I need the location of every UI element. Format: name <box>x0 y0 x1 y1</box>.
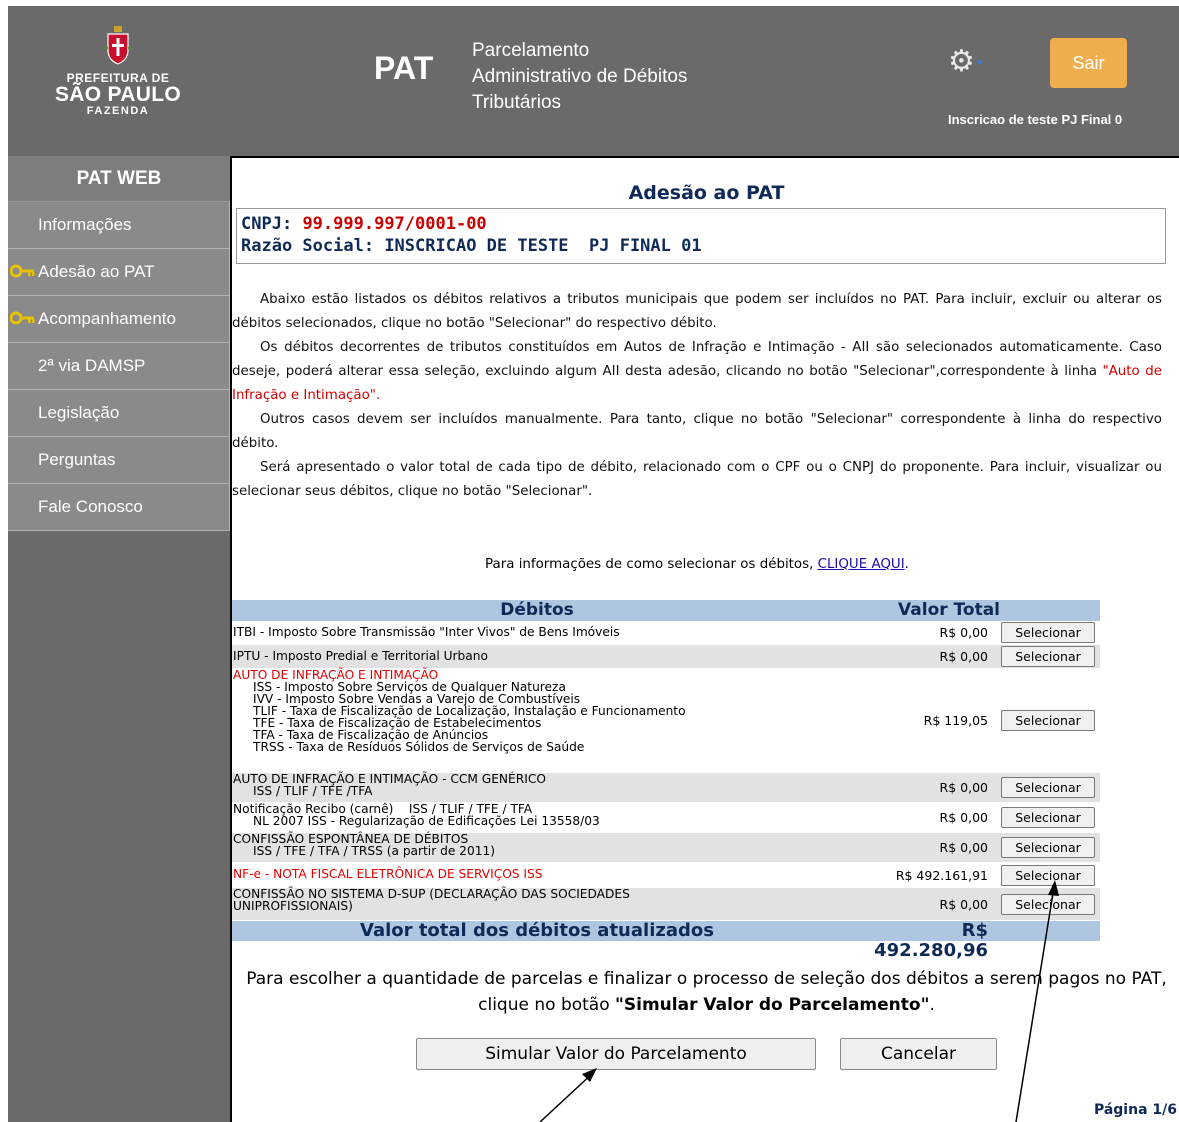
prefeitura-logo: PREFEITURA DE SÃO PAULO FAZENDA <box>48 26 188 146</box>
column-header-total: Valor Total <box>898 600 1000 620</box>
select-button[interactable]: Selecionar <box>1001 807 1095 828</box>
app-short-title: PAT <box>374 50 434 86</box>
razao-social-value: INSCRICAO DE TESTE PJ FINAL 01 <box>384 236 702 256</box>
user-name: Inscricao de teste PJ Final 0 <box>948 112 1123 127</box>
debt-value: R$ 0,00 <box>939 649 988 664</box>
finalize-text-end: . <box>929 995 935 1015</box>
sidebar-item-perguntas[interactable]: Perguntas <box>8 437 230 484</box>
help-text: Para informações de como selecionar os d… <box>485 557 818 572</box>
sidebar-title: PAT WEB <box>8 156 230 202</box>
finalize-instructions: Para escolher a quantidade de parcelas e… <box>232 966 1179 1018</box>
table-row: Notificação Recibo (carnê) ISS / TLIF / … <box>232 803 1100 833</box>
debt-value: R$ 0,00 <box>939 780 988 795</box>
cnpj-value: 99.999.997/0001-00 <box>302 214 487 234</box>
select-button[interactable]: Selecionar <box>1001 646 1095 667</box>
intro-paragraph-4: Será apresentado o valor total de cada t… <box>232 460 1162 499</box>
table-row: NF-e - NOTA FISCAL ELETRÔNICA DE SERVIÇO… <box>232 863 1100 888</box>
select-button[interactable]: Selecionar <box>1001 710 1095 731</box>
cnpj-label: CNPJ: <box>241 214 293 234</box>
logo-line-2: SÃO PAULO <box>55 83 181 106</box>
help-text-end: . <box>904 557 909 572</box>
sidebar-item-label: Legislação <box>38 403 120 422</box>
logout-button[interactable]: Sair <box>1050 38 1127 88</box>
debts-table: Débitos Valor Total ITBI - Imposto Sobre… <box>232 600 1100 961</box>
page-indicator: Página 1/6 <box>1093 1102 1177 1118</box>
intro-text: Abaixo estão listados os débitos relativ… <box>232 288 1162 504</box>
debt-value: R$ 0,00 <box>939 810 988 825</box>
sidebar-item-label: Perguntas <box>38 450 116 469</box>
gear-icon[interactable]: ⚙ <box>948 44 975 79</box>
intro-paragraph-2-text: Os débitos decorrentes de tributos const… <box>232 340 1162 379</box>
total-row: Valor total dos débitos atualizados R$ 4… <box>232 920 1100 961</box>
sidebar-item-adesao[interactable]: Adesão ao PAT <box>8 249 230 296</box>
intro-paragraph-1: Abaixo estão listados os débitos relativ… <box>232 292 1162 331</box>
sidebar-item-label: Informações <box>38 215 132 234</box>
header-bar: PREFEITURA DE SÃO PAULO FAZENDA PAT Parc… <box>8 6 1179 156</box>
select-button[interactable]: Selecionar <box>1001 837 1095 858</box>
debt-value: R$ 119,05 <box>923 713 988 728</box>
key-icon <box>10 311 35 325</box>
cancel-button[interactable]: Cancelar <box>840 1038 997 1070</box>
total-label: Valor total dos débitos atualizados <box>360 920 714 941</box>
select-button[interactable]: Selecionar <box>1001 777 1095 798</box>
debt-value: R$ 492.161,91 <box>895 868 988 883</box>
table-row: CONFISSÃO NO SISTEMA D-SUP (DECLARAÇÃO D… <box>232 888 1100 921</box>
key-icon <box>10 264 35 278</box>
sidebar-item-fale-conosco[interactable]: Fale Conosco <box>8 484 230 531</box>
column-header-debts: Débitos <box>500 600 574 620</box>
chevron-down-icon: ▾ <box>976 55 983 69</box>
sidebar-item-label: Adesão ao PAT <box>38 262 155 281</box>
razao-social-label: Razão Social: <box>241 236 375 256</box>
help-line: Para informações de como selecionar os d… <box>232 557 1162 572</box>
intro-paragraph-2: Os débitos decorrentes de tributos const… <box>232 336 1162 408</box>
main-panel: Adesão ao PAT CNPJ: 99.999.997/0001-00 R… <box>230 156 1179 1122</box>
table-header: Débitos Valor Total <box>232 600 1100 621</box>
select-button[interactable]: Selecionar <box>1001 622 1095 643</box>
debt-value: R$ 0,00 <box>939 897 988 912</box>
company-info: CNPJ: 99.999.997/0001-00 Razão Social: I… <box>236 208 1166 264</box>
sidebar-item-legislacao[interactable]: Legislação <box>8 390 230 437</box>
debt-value: R$ 0,00 <box>939 840 988 855</box>
sidebar-item-label: Fale Conosco <box>38 497 143 516</box>
simulate-button[interactable]: Simular Valor do Parcelamento <box>416 1038 816 1070</box>
table-body: ITBI - Imposto Sobre Transmissão "Inter … <box>232 621 1100 921</box>
intro-paragraph-3: Outros casos devem ser incluídos manualm… <box>232 412 1162 451</box>
table-row: IPTU - Imposto Predial e Territorial Urb… <box>232 645 1100 669</box>
sidebar-item-label: 2ª via DAMSP <box>38 356 146 375</box>
settings-menu[interactable]: ⚙ ▾ <box>948 44 1008 80</box>
debt-line: TRSS - Taxa de Resíduos Sólidos de Servi… <box>253 740 585 754</box>
help-link[interactable]: CLIQUE AQUI <box>818 557 905 572</box>
page-title: Adesão ao PAT <box>628 182 785 204</box>
total-value: R$ 492.280,96 <box>874 920 988 961</box>
sidebar: PAT WEB Informações Adesão ao PAT Acompa… <box>8 156 230 1122</box>
select-button[interactable]: Selecionar <box>1001 894 1095 915</box>
select-button[interactable]: Selecionar <box>1001 865 1095 886</box>
debt-description: AUTO DE INFRAÇÃO E INTIMAÇÃO ISS - Impost… <box>232 669 1100 753</box>
logo-line-3: FAZENDA <box>86 105 150 117</box>
table-row: AUTO DE INFRAÇÃO E INTIMAÇÃO ISS - Impost… <box>232 669 1100 773</box>
table-row: AUTO DE INFRAÇÃO E INTIMAÇÃO - CCM GENÉR… <box>232 773 1100 803</box>
table-row: ITBI - Imposto Sobre Transmissão "Inter … <box>232 621 1100 645</box>
app-full-title: Parcelamento Administrativo de Débitos T… <box>472 40 688 113</box>
finalize-highlight: "Simular Valor do Parcelamento" <box>615 995 930 1015</box>
sidebar-item-informacoes[interactable]: Informações <box>8 202 230 249</box>
sidebar-item-label: Acompanhamento <box>38 309 176 328</box>
table-row: CONFISSÃO ESPONTÂNEA DE DÉBITOS ISS / TFE… <box>232 833 1100 863</box>
debt-value: R$ 0,00 <box>939 625 988 640</box>
coat-of-arms-icon <box>104 26 132 65</box>
sidebar-item-2via-damsp[interactable]: 2ª via DAMSP <box>8 343 230 390</box>
sidebar-item-acompanhamento[interactable]: Acompanhamento <box>8 296 230 343</box>
